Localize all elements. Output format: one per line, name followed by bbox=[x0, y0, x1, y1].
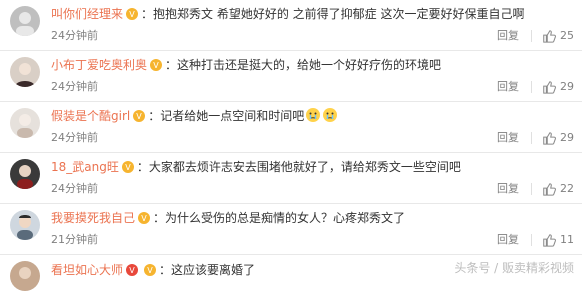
like-count: 11 bbox=[560, 233, 574, 246]
comment-text: ：抱抱郑秀文 希望她好好的 之前得了抑郁症 这次一定要好好保重自己啊 bbox=[141, 7, 525, 21]
watermark: 头条号 / 贩卖精彩视频 bbox=[454, 261, 574, 275]
comment-line: 叫你们经理来 V ：抱抱郑秀文 希望她好好的 之前得了抑郁症 这次一定要好好保重自己… bbox=[51, 5, 574, 23]
svg-text:V: V bbox=[153, 61, 159, 70]
comment-item: 叫你们经理来 V ：抱抱郑秀文 希望她好好的 之前得了抑郁症 这次一定要好好保重自己… bbox=[0, 0, 582, 51]
vip-medal-icon: V bbox=[137, 211, 151, 227]
comment-text: ：为什么受伤的总是痴情的女人？心疼郑秀文了 bbox=[153, 211, 406, 225]
username-link[interactable]: 叫你们经理来 bbox=[51, 7, 123, 21]
avatar[interactable] bbox=[10, 57, 40, 87]
action-divider bbox=[531, 30, 532, 42]
comment-text: ：这应该要离婚了 bbox=[159, 263, 256, 277]
comment-time: 24分钟前 bbox=[51, 80, 98, 93]
like-count: 29 bbox=[560, 80, 574, 93]
avatar[interactable] bbox=[10, 159, 40, 189]
svg-text:V: V bbox=[147, 266, 153, 275]
action-divider bbox=[531, 183, 532, 195]
svg-text:V: V bbox=[125, 163, 131, 172]
username-link[interactable]: 我要摸死我自己 bbox=[51, 211, 135, 225]
like-button[interactable]: 22 bbox=[536, 181, 574, 197]
avatar[interactable] bbox=[10, 6, 40, 36]
comment-actions: 回复 29 bbox=[489, 79, 574, 95]
svg-text:V: V bbox=[141, 214, 147, 223]
comment-actions: 回复 25 bbox=[489, 28, 574, 44]
username-link[interactable]: 假装是个酷girl bbox=[51, 109, 130, 123]
comment-time: 24分钟前 bbox=[51, 29, 98, 42]
comment-item: 假装是个酷girl V ：记者给她一点空间和时间吧 24分钟前 回复 29 bbox=[0, 102, 582, 153]
like-count: 25 bbox=[560, 29, 574, 42]
username-link[interactable]: 小布丁爱吃奥利奥 bbox=[51, 58, 147, 72]
comment-line: 我要摸死我自己 V ：为什么受伤的总是痴情的女人？心疼郑秀文了 bbox=[51, 209, 574, 227]
comment-item: 18_武ang旺 V ：大家都去烦许志安去围堵他就好了，请给郑秀文一些空间吧 24分… bbox=[0, 153, 582, 204]
svg-text:V: V bbox=[129, 10, 135, 19]
vip-medal-icon: V bbox=[132, 109, 146, 125]
svg-text:V: V bbox=[129, 266, 135, 275]
comment-line: 小布丁爱吃奥利奥 V ：这种打击还是挺大的，给她一个好好疗伤的环境吧 bbox=[51, 56, 574, 74]
crying-emoji-icon bbox=[322, 107, 338, 125]
comment-time: 24分钟前 bbox=[51, 131, 98, 144]
vip-medal-icon: V bbox=[149, 58, 163, 74]
action-divider bbox=[531, 132, 532, 144]
like-count: 22 bbox=[560, 182, 574, 195]
like-button[interactable]: 29 bbox=[536, 130, 574, 146]
comment-actions: 回复 11 bbox=[489, 232, 574, 248]
username-link[interactable]: 18_武ang旺 bbox=[51, 160, 119, 174]
comment-actions: 回复 22 bbox=[489, 181, 574, 197]
comment-time: 24分钟前 bbox=[51, 182, 98, 195]
reply-button[interactable]: 回复 bbox=[489, 232, 527, 248]
like-button[interactable]: 25 bbox=[536, 28, 574, 44]
thumbs-up-icon bbox=[543, 81, 556, 94]
vip-medal-icon: V bbox=[121, 160, 135, 176]
vip-medal-icon: V bbox=[125, 263, 139, 279]
comment-actions: 回复 29 bbox=[489, 130, 574, 146]
action-divider bbox=[531, 234, 532, 246]
action-divider bbox=[531, 81, 532, 93]
thumbs-up-icon bbox=[543, 30, 556, 43]
avatar[interactable] bbox=[10, 108, 40, 138]
comment-text: ：记者给她一点空间和时间吧 bbox=[148, 109, 305, 123]
comment-item: 我要摸死我自己 V ：为什么受伤的总是痴情的女人？心疼郑秀文了 21分钟前 回复 1… bbox=[0, 204, 582, 255]
like-button[interactable]: 29 bbox=[536, 79, 574, 95]
vip-medal-icon: V bbox=[143, 263, 157, 279]
thumbs-up-icon bbox=[543, 234, 556, 247]
username-link[interactable]: 看坦如心大师 bbox=[51, 263, 123, 277]
comment-text: ：大家都去烦许志安去围堵他就好了，请给郑秀文一些空间吧 bbox=[136, 160, 461, 174]
thumbs-up-icon bbox=[543, 132, 556, 145]
comment-item: 小布丁爱吃奥利奥 V ：这种打击还是挺大的，给她一个好好疗伤的环境吧 24分钟前 回… bbox=[0, 51, 582, 102]
crying-emoji-icon bbox=[305, 107, 321, 125]
vip-medal-icon: V bbox=[125, 7, 139, 23]
avatar[interactable] bbox=[10, 210, 40, 240]
like-count: 29 bbox=[560, 131, 574, 144]
comment-time: 21分钟前 bbox=[51, 233, 98, 246]
comment-list: 叫你们经理来 V ：抱抱郑秀文 希望她好好的 之前得了抑郁症 这次一定要好好保重自己… bbox=[0, 0, 582, 291]
reply-button[interactable]: 回复 bbox=[489, 28, 527, 44]
reply-button[interactable]: 回复 bbox=[489, 181, 527, 197]
reply-button[interactable]: 回复 bbox=[489, 79, 527, 95]
comment-text: ：这种打击还是挺大的，给她一个好好疗伤的环境吧 bbox=[165, 58, 442, 72]
avatar[interactable] bbox=[10, 261, 40, 291]
like-button[interactable]: 11 bbox=[536, 232, 574, 248]
svg-text:V: V bbox=[136, 112, 142, 121]
thumbs-up-icon bbox=[543, 183, 556, 196]
comment-line: 假装是个酷girl V ：记者给她一点空间和时间吧 bbox=[51, 107, 574, 125]
comment-line: 18_武ang旺 V ：大家都去烦许志安去围堵他就好了，请给郑秀文一些空间吧 bbox=[51, 158, 574, 176]
reply-button[interactable]: 回复 bbox=[489, 130, 527, 146]
